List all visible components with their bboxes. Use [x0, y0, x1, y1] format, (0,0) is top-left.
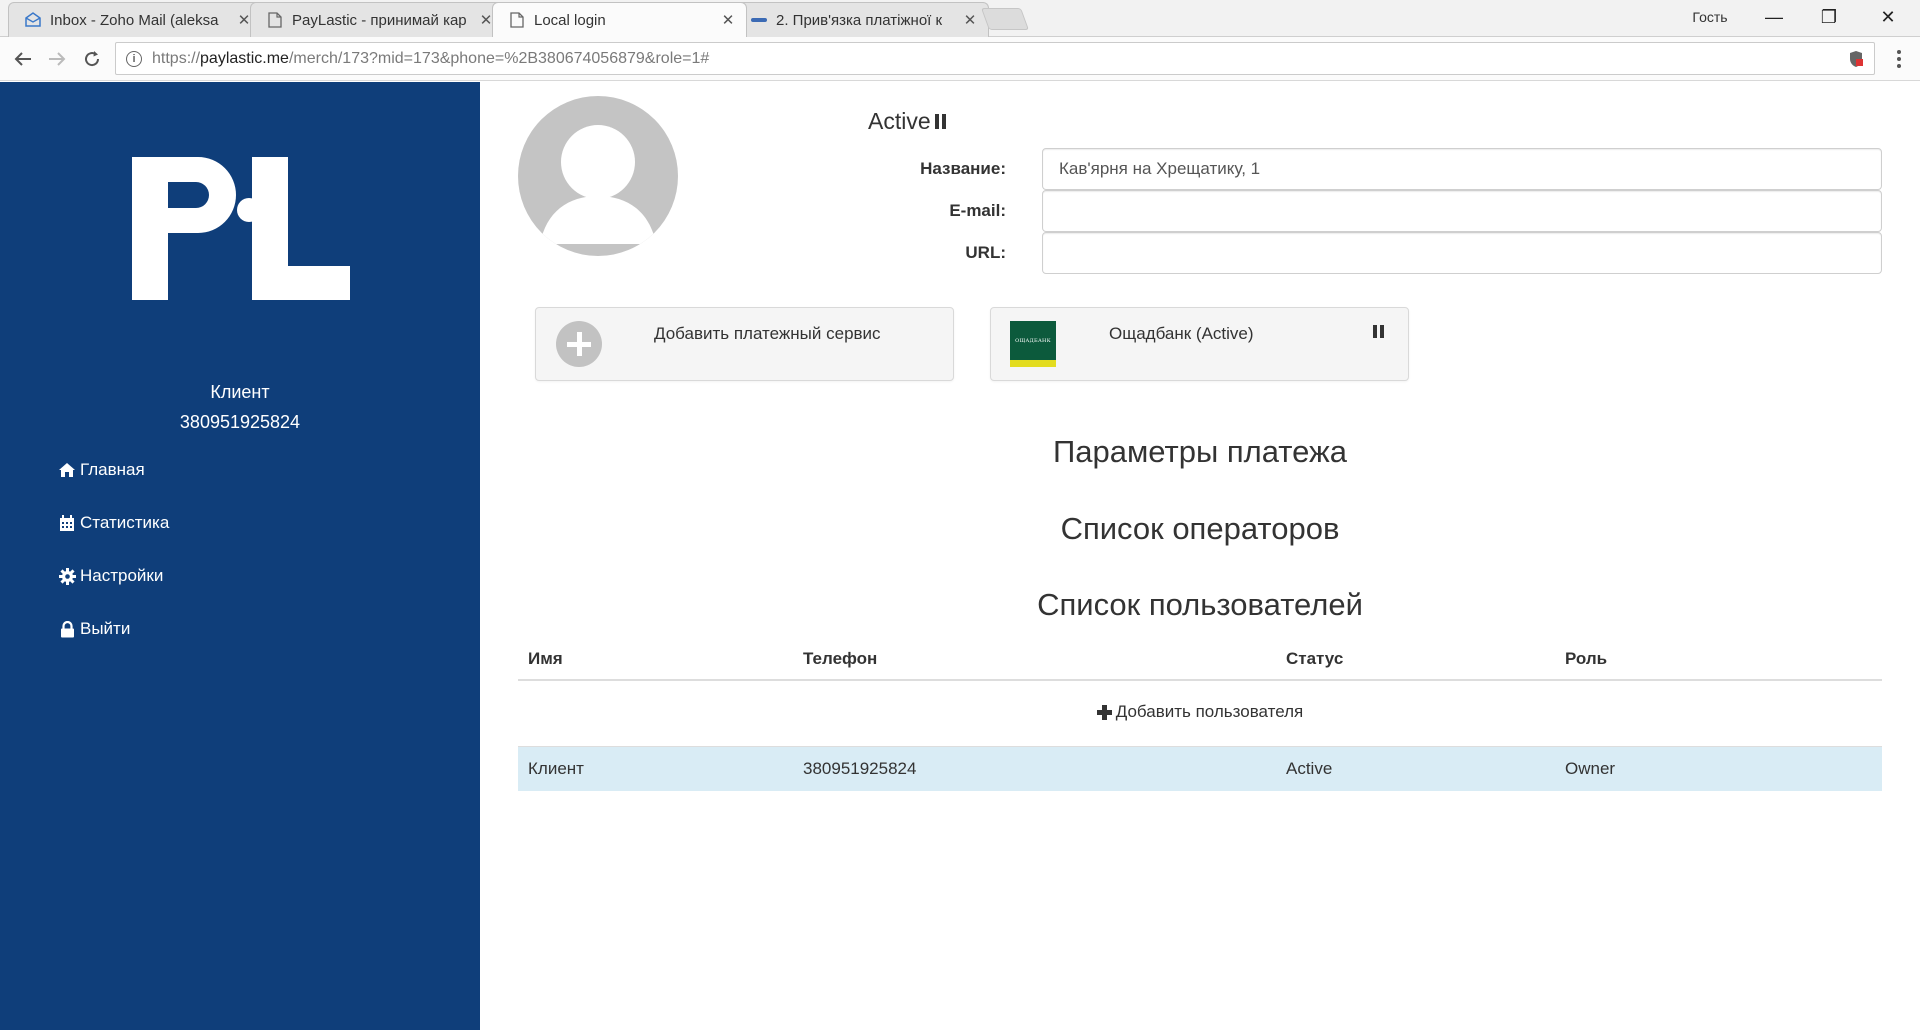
tab-title: Inbox - Zoho Mail (aleksa	[50, 11, 219, 29]
browser-tab-local-login[interactable]: Local login ✕	[492, 2, 747, 37]
add-payment-service-card[interactable]: Добавить платежный сервис	[535, 307, 954, 381]
avatar[interactable]	[518, 96, 678, 256]
status-text: Active	[868, 108, 931, 134]
browser-tab-strip: Inbox - Zoho Mail (aleksa ✕ PayLastic - …	[0, 0, 1920, 37]
sidebar-item-home[interactable]: Главная	[57, 458, 169, 482]
oschadbank-service-label: Ощадбанк (Active)	[1109, 324, 1254, 343]
table-header-row: Имя Телефон Статус Роль	[518, 638, 1882, 681]
plus-icon	[1096, 704, 1112, 720]
operators-list-heading: Список операторов	[1060, 511, 1340, 546]
sidebar: Клиент 380951925824 Главная Статистика Н…	[0, 82, 480, 1030]
calendar-icon	[57, 513, 77, 533]
oschadbank-logo: ОЩАДБАНК	[1010, 321, 1056, 367]
oschadbank-service-card[interactable]: ОЩАДБАНК Ощадбанк (Active)	[990, 307, 1409, 381]
address-bar[interactable]: i https://paylastic.me/merch/173?mid=173…	[115, 42, 1875, 75]
lock-icon	[57, 619, 77, 639]
user-status-cell: Active	[1276, 746, 1555, 791]
email-form-row: E-mail:	[880, 190, 1882, 232]
browser-tab-zoho-mail[interactable]: Inbox - Zoho Mail (aleksa ✕	[8, 2, 263, 37]
info-icon[interactable]: i	[126, 50, 142, 67]
document-icon	[509, 12, 525, 28]
close-tab-icon[interactable]: ✕	[720, 11, 736, 29]
browser-tab-privyazka[interactable]: 2. Прив'язка платіжної к ✕	[734, 2, 989, 37]
browser-tab-paylastic[interactable]: PayLastic - принимай кар ✕	[250, 2, 505, 37]
home-icon	[57, 460, 77, 480]
paylastic-logo	[132, 157, 350, 300]
users-table: Имя Телефон Статус Роль Добавить пользов…	[518, 638, 1882, 791]
tab-title: PayLastic - принимай кар	[292, 11, 467, 29]
table-row[interactable]: Клиент 380951925824 Active Owner	[518, 746, 1882, 791]
new-tab-button[interactable]	[980, 8, 1030, 30]
browser-toolbar: i https://paylastic.me/merch/173?mid=173…	[0, 37, 1920, 81]
pause-icon[interactable]	[1373, 325, 1384, 338]
column-header-status: Статус	[1276, 638, 1555, 681]
email-field[interactable]	[1042, 190, 1882, 232]
browser-user-label[interactable]: Гость	[1680, 9, 1740, 25]
sidebar-item-settings[interactable]: Настройки	[57, 564, 169, 588]
email-label: E-mail:	[949, 201, 1006, 220]
merchant-status: Active	[868, 108, 946, 135]
minimize-window-button[interactable]: —	[1746, 0, 1802, 34]
url-scheme: https://	[152, 49, 201, 67]
column-header-name: Имя	[518, 638, 793, 681]
user-name-cell: Клиент	[518, 746, 793, 791]
document-icon	[267, 12, 283, 28]
sidebar-item-label: Статистика	[80, 513, 170, 532]
url-field[interactable]	[1042, 232, 1882, 274]
close-tab-icon[interactable]: ✕	[962, 11, 978, 29]
sidebar-nav: Главная Статистика Настройки Выйти	[57, 458, 169, 670]
tab-title: Local login	[534, 11, 606, 29]
reload-icon[interactable]	[79, 46, 105, 72]
mail-icon	[25, 12, 41, 28]
shield-icon[interactable]	[1848, 50, 1864, 68]
name-field[interactable]	[1042, 148, 1882, 190]
sidebar-item-logout[interactable]: Выйти	[57, 617, 169, 641]
forward-arrow-icon[interactable]	[44, 46, 70, 72]
name-form-row: Название:	[880, 148, 1882, 190]
name-label: Название:	[920, 159, 1006, 178]
pause-icon[interactable]	[934, 114, 946, 129]
close-window-button[interactable]: ✕	[1860, 0, 1916, 34]
column-header-role: Роль	[1555, 638, 1882, 681]
add-user-button[interactable]: Добавить пользователя	[1096, 702, 1304, 722]
user-phone-cell: 380951925824	[793, 746, 1276, 791]
add-user-row: Добавить пользователя	[518, 680, 1882, 747]
site-favicon-icon	[751, 12, 767, 28]
url-host: paylastic.me	[200, 49, 289, 67]
gear-icon	[57, 566, 77, 586]
sidebar-item-label: Главная	[80, 460, 145, 479]
client-phone: 380951925824	[179, 412, 301, 432]
user-role-cell: Owner	[1555, 746, 1882, 791]
restore-window-button[interactable]: ❐	[1801, 0, 1857, 34]
payment-params-heading: Параметры платежа	[1052, 434, 1347, 469]
back-arrow-icon[interactable]	[10, 46, 36, 72]
users-list-heading: Список пользователей	[1037, 587, 1363, 622]
add-user-label: Добавить пользователя	[1115, 702, 1304, 721]
user-silhouette-icon	[540, 125, 656, 244]
browser-menu-icon[interactable]	[1892, 47, 1906, 71]
column-header-phone: Телефон	[793, 638, 1276, 681]
sidebar-item-label: Выйти	[80, 619, 131, 638]
tab-title: 2. Прив'язка платіжної к	[776, 11, 943, 29]
plus-circle-icon	[556, 321, 602, 367]
sidebar-item-statistics[interactable]: Статистика	[57, 511, 169, 535]
add-payment-service-label: Добавить платежный сервис	[654, 324, 881, 343]
url-label: URL:	[965, 243, 1006, 262]
sidebar-item-label: Настройки	[80, 566, 164, 585]
url-form-row: URL:	[880, 232, 1882, 274]
url-path: /merch/173?mid=173&phone=%2B380674056879…	[288, 49, 710, 67]
client-name: Клиент	[210, 382, 270, 402]
